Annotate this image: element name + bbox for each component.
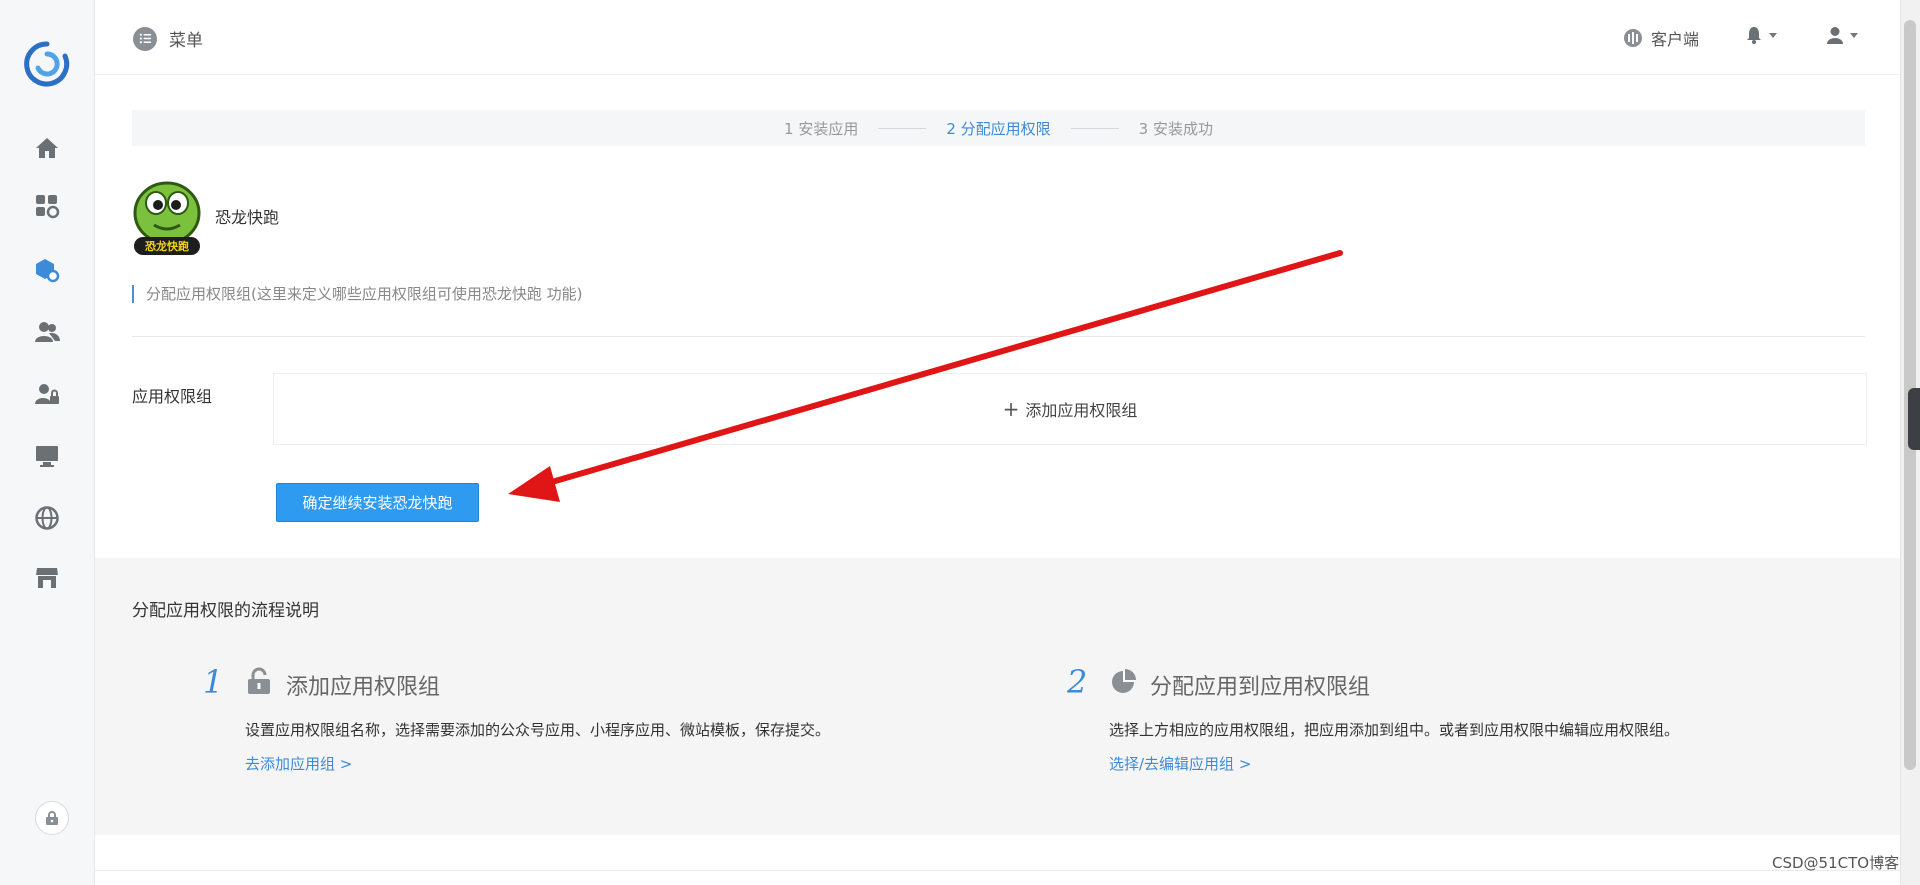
sidebar-item-user-permissions[interactable] xyxy=(22,372,72,416)
client-button[interactable]: 客户端 xyxy=(1623,26,1699,50)
client-label: 客户端 xyxy=(1651,30,1700,49)
divider xyxy=(132,336,1865,337)
step-number: 1 xyxy=(203,663,224,701)
step-description: 选择上方相应的应用权限组，把应用添加到组中。或者到应用权限中编辑应用权限组。 xyxy=(1109,721,1680,739)
menu-label: 菜单 xyxy=(169,31,203,51)
step-heading: 分配应用到应用权限组 xyxy=(1150,675,1371,700)
chevron-down-icon xyxy=(1769,32,1777,38)
side-panel-handle[interactable] xyxy=(1908,388,1920,450)
apps-settings-icon xyxy=(36,195,60,219)
permission-group-label: 应用权限组 xyxy=(132,387,213,406)
pie-chart-icon xyxy=(1112,669,1136,693)
sidebar-item-packages[interactable] xyxy=(22,248,72,292)
menu-toggle[interactable]: 菜单 xyxy=(133,26,203,51)
permission-note: 分配应用权限组(这里来定义哪些应用权限组可使用恐龙快跑 功能) xyxy=(132,285,582,303)
step-install-app: 1 安装应用 xyxy=(784,119,859,138)
add-permission-group-label: 添加应用权限组 xyxy=(1025,401,1138,420)
sidebar-item-store[interactable] xyxy=(22,556,72,600)
watermark: CSD@51CTO博客 xyxy=(1772,854,1900,872)
user-icon xyxy=(1827,27,1843,44)
app-icon-text: 恐龙快跑 xyxy=(145,239,189,253)
edit-app-group-link[interactable]: 选择/去编辑应用组 > xyxy=(1109,753,1251,774)
add-app-group-link[interactable]: 去添加应用组 > xyxy=(245,753,352,774)
bell-icon xyxy=(1747,27,1761,44)
step-assign-permissions: 2 分配应用权限 xyxy=(946,119,1051,138)
process-title: 分配应用权限的流程说明 xyxy=(132,601,319,621)
app-icon: 恐龙快跑 xyxy=(132,181,202,257)
monitor-icon xyxy=(36,446,58,467)
chevron-down-icon xyxy=(1850,32,1858,38)
user-lock-icon xyxy=(35,384,59,404)
app-logo[interactable] xyxy=(21,38,73,90)
install-steps: 1 安装应用 2 分配应用权限 3 安装成功 xyxy=(132,110,1865,146)
footer-divider xyxy=(95,870,1900,871)
lock-icon xyxy=(46,811,58,825)
client-icon xyxy=(1624,29,1642,47)
top-bar: 菜单 客户端 xyxy=(95,0,1900,75)
sidebar xyxy=(0,0,95,885)
package-settings-icon xyxy=(36,259,60,283)
sidebar-item-apps[interactable] xyxy=(22,184,72,228)
sidebar-item-home[interactable] xyxy=(22,126,72,170)
list-icon xyxy=(133,26,157,51)
process-section: 分配应用权限的流程说明 1 添加应用权限组 设置应用权限组名称，选择需要添加的公… xyxy=(95,558,1900,835)
lock-screen-button[interactable] xyxy=(35,801,69,835)
step-install-success: 3 安装成功 xyxy=(1138,119,1213,138)
user-menu-button[interactable] xyxy=(1826,26,1858,44)
store-icon xyxy=(36,568,58,588)
home-icon xyxy=(36,138,58,158)
step-divider xyxy=(1070,127,1119,129)
sidebar-item-globe[interactable] xyxy=(22,496,72,540)
step-description: 设置应用权限组名称，选择需要添加的公众号应用、小程序应用、微站模板，保存提交。 xyxy=(245,721,831,739)
add-permission-group-button[interactable]: + 添加应用权限组 xyxy=(273,373,1867,445)
users-icon xyxy=(35,322,60,342)
sidebar-item-users[interactable] xyxy=(22,310,72,354)
step-divider xyxy=(878,127,927,129)
plus-icon: + xyxy=(1002,397,1020,421)
sidebar-item-monitor[interactable] xyxy=(22,434,72,478)
step-number: 2 xyxy=(1067,663,1088,701)
globe-icon xyxy=(35,506,59,530)
lock-icon xyxy=(248,667,270,694)
step-heading: 添加应用权限组 xyxy=(286,675,441,700)
app-name: 恐龙快跑 xyxy=(215,208,280,227)
confirm-install-button[interactable]: 确定继续安装恐龙快跑 xyxy=(276,483,479,522)
notifications-button[interactable] xyxy=(1745,26,1777,44)
